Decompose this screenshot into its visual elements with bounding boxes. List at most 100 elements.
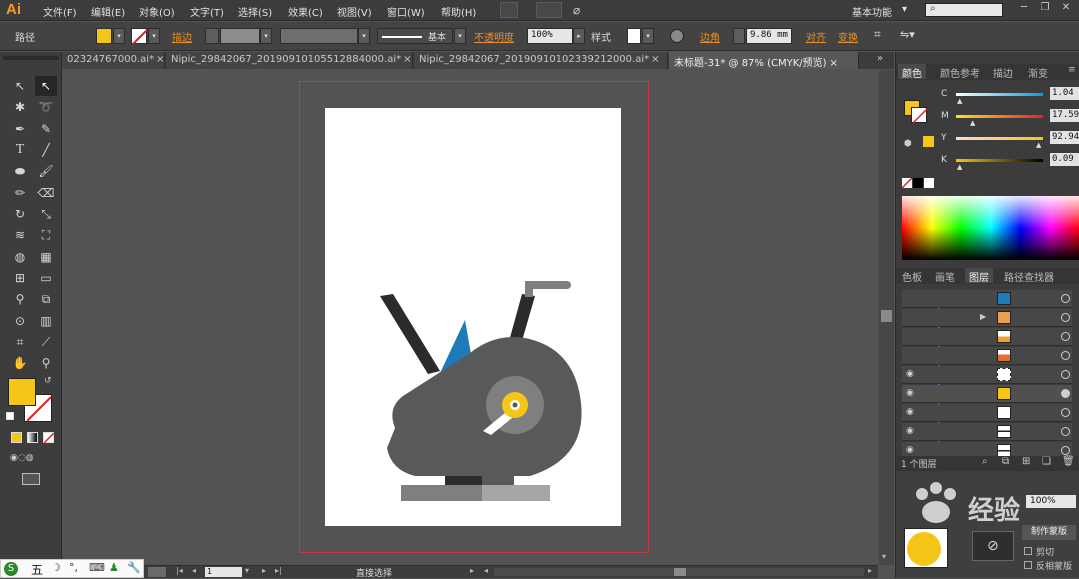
menu-edit[interactable]: 编辑(E) [91,4,125,19]
search-input[interactable]: ⌕ [925,3,1003,17]
opacity-field[interactable]: 100% [527,28,573,44]
corner-radius-field[interactable]: 9.86 mm [746,28,792,44]
stroke-weight-stepper[interactable] [205,28,219,44]
artboard[interactable] [325,108,621,526]
layer-row[interactable]: ◉ [902,423,1072,441]
next-page-icon[interactable]: ▸ [262,566,266,575]
ellipse-tool-icon[interactable]: ⬬ [9,161,31,181]
artboard-tool-icon[interactable]: ⌗ [9,332,31,352]
tab-close-icon[interactable]: × [403,54,411,65]
toolbox-grip[interactable] [3,56,59,60]
prev-page-icon[interactable]: ◂ [192,566,196,575]
tab-close-icon[interactable]: × [651,54,659,65]
shape-builder-tool-icon[interactable]: ◍ [9,247,31,267]
target-circle-icon[interactable] [1061,294,1070,303]
moon-icon[interactable]: ☽ [51,561,61,574]
opacity-dropdown[interactable]: ▸ [573,28,585,44]
menu-file[interactable]: 文件(F) [43,4,77,19]
distribute-icon[interactable]: ⇋▾ [900,28,915,41]
bridge-icon[interactable] [500,2,518,18]
style-dropdown[interactable]: ▾ [642,28,654,44]
align-link[interactable]: 对齐 [806,29,826,44]
workspace-caret-icon[interactable]: ▾ [902,4,907,15]
tab-close-icon[interactable]: × [830,58,838,69]
none-mode-icon[interactable] [43,432,55,444]
zoom-tool-icon[interactable]: ⚲ [35,353,57,373]
blend-tool-icon[interactable]: ⧉ [35,289,57,309]
menu-view[interactable]: 视图(V) [337,4,372,19]
stroke-weight-dropdown[interactable]: ▾ [260,28,272,44]
target-circle-icon[interactable] [1061,389,1070,398]
scroll-right-icon[interactable]: ▸ [868,566,872,575]
tab-color-guide[interactable]: 颜色参考 [936,64,984,80]
layer-row[interactable] [902,347,1072,365]
channel-m-handle-icon[interactable]: ▲ [970,119,975,127]
target-circle-icon[interactable] [1061,351,1070,360]
workspace-switcher[interactable]: 基本功能 [852,4,892,19]
tab-document-1[interactable]: 02324767000.ai* × [62,52,165,69]
menu-object[interactable]: 对象(O) [139,4,175,19]
eraser-tool-icon[interactable]: ⌫ [35,183,57,203]
stroke-weight-field[interactable] [220,28,260,44]
last-page-icon[interactable]: ▸| [275,566,282,575]
keyboard-icon[interactable]: ⌨ [89,561,105,574]
tools-icon[interactable]: 🔧 [127,561,141,574]
magic-wand-tool-icon[interactable]: ✱ [9,97,31,117]
canvas-vertical-scrollbar[interactable]: ▾ [879,70,894,565]
horizontal-scrollbar[interactable] [494,568,864,576]
transform-link[interactable]: 变换 [838,29,858,44]
symbol-sprayer-tool-icon[interactable]: ⊙ [9,311,31,331]
out-of-gamut-icon[interactable]: ⬢ [904,139,912,149]
clipping-mask-icon[interactable]: ⧉ [1002,456,1009,467]
expand-arrow-icon[interactable]: ▶ [980,312,986,321]
opacity-label[interactable]: 不透明度 [474,29,514,44]
hand-tool-icon[interactable]: ✋ [9,353,31,373]
scrollbar-thumb[interactable] [881,310,892,322]
curvature-tool-icon[interactable]: ✎ [35,119,57,139]
width-tool-icon[interactable]: ≋ [9,225,31,245]
tab-document-3[interactable]: Nipic_29842067_20190910102339212000.ai* × [414,52,668,69]
tab-layers[interactable]: 图层 [965,268,993,284]
slice-tool-icon[interactable]: ⟋ [35,332,57,352]
stroke-dropdown[interactable]: ▾ [148,28,160,44]
variable-width-profile[interactable] [280,28,358,44]
brush-definition[interactable]: 基本 [377,28,453,44]
pencil-tool-icon[interactable]: ✏ [9,183,31,203]
layer-row[interactable]: ◉ [902,366,1072,384]
perspective-grid-tool-icon[interactable]: ▦ [35,247,57,267]
canvas-area[interactable] [63,70,878,565]
target-circle-icon[interactable] [1061,446,1070,455]
color-spectrum[interactable] [902,196,1079,260]
invert-mask-checkbox[interactable] [1024,561,1032,569]
target-circle-icon[interactable] [1061,370,1070,379]
pen-tool-icon[interactable]: ✒ [9,119,31,139]
menu-type[interactable]: 文字(T) [190,4,224,19]
page-field[interactable]: 1 [205,567,242,577]
punctuation-icon[interactable]: °, [69,561,78,574]
stroke-swatch[interactable] [131,28,148,45]
channel-m-slider[interactable] [956,115,1043,118]
target-circle-icon[interactable] [1061,427,1070,436]
channel-y-slider[interactable] [956,137,1043,140]
restore-icon[interactable]: ❐ [1037,2,1053,16]
exercise-bike-illustration[interactable] [325,108,621,526]
target-circle-icon[interactable] [1061,332,1070,341]
swap-colors-icon[interactable]: ↺ [44,376,52,386]
style-swatch[interactable] [627,28,641,44]
close-icon[interactable]: ✕ [1058,2,1074,16]
column-graph-tool-icon[interactable]: ▥ [35,311,57,331]
layer-row[interactable] [902,290,1072,308]
paintbrush-tool-icon[interactable]: 🖌 [35,161,57,181]
channel-y-field[interactable]: 92.94 [1050,131,1079,144]
gradient-mode-icon[interactable] [27,432,38,443]
layer-row[interactable]: ▶ [902,309,1072,327]
tab-swatches[interactable]: 色板 [898,268,926,284]
channel-k-field[interactable]: 0.09 [1050,153,1079,166]
channel-c-slider[interactable] [956,93,1043,96]
menu-effect[interactable]: 效果(C) [288,4,323,19]
channel-c-handle-icon[interactable]: ▲ [957,97,962,105]
selection-tool-icon[interactable]: ↖ [9,76,31,96]
eye-icon[interactable]: ◉ [906,445,918,455]
type-tool-icon[interactable]: T [9,140,31,160]
isolate-icon[interactable]: ⌗ [874,27,881,42]
